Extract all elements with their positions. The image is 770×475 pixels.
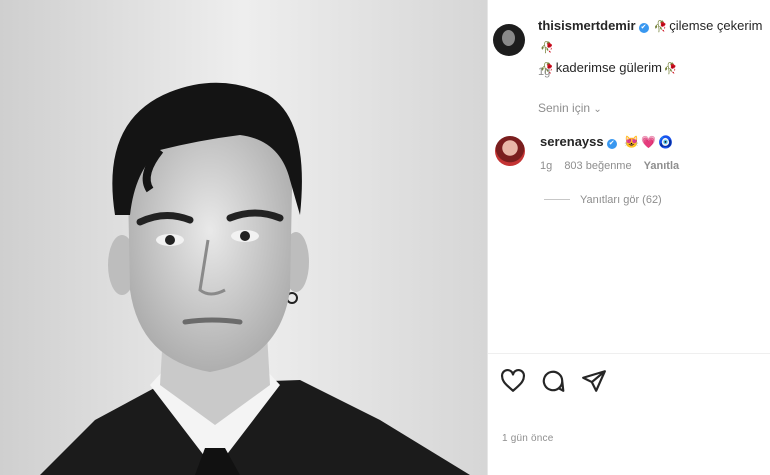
- caption-line1: çilemse çekerim: [669, 18, 763, 33]
- post-actions: [500, 368, 617, 396]
- comment-likes[interactable]: 803 beğenme: [564, 160, 631, 172]
- rose-icon: 🥀: [653, 21, 668, 33]
- post-caption-row: thisismertdemir ✔ 🥀 çilemse çekerim🥀 🥀 kader…: [488, 8, 770, 88]
- heart-icon[interactable]: [500, 368, 526, 394]
- chevron-down-icon: ⌄: [593, 104, 602, 115]
- comment-meta: 1g 803 beğenme Yanıtla: [540, 160, 688, 172]
- view-replies-label: Yanıtları gör (62): [580, 194, 662, 206]
- verified-badge-icon: ✔: [638, 23, 649, 33]
- for-you-filter[interactable]: Senin için ⌄: [538, 101, 602, 115]
- actions-divider: [488, 353, 770, 354]
- commenter-username[interactable]: serenayss: [540, 134, 604, 149]
- comments-panel: thisismertdemir ✔ 🥀 çilemse çekerim🥀 🥀 kader…: [487, 0, 770, 475]
- rose-icon: 🥀: [663, 63, 678, 75]
- reply-button[interactable]: Yanıtla: [644, 160, 679, 172]
- comment-item: serenayss ✔ 😻 💗 🧿 1g 803 beğenme Yanıtla Ya…: [488, 128, 770, 218]
- post-caption: thisismertdemir ✔ 🥀 çilemse çekerim🥀 🥀 kader…: [538, 16, 768, 79]
- author-username[interactable]: thisismertdemir: [538, 18, 636, 33]
- replies-dash: [544, 199, 570, 200]
- commenter-avatar[interactable]: [495, 136, 525, 166]
- comment-time: 1g: [540, 160, 553, 172]
- caption-time: 1g: [538, 66, 551, 78]
- comment-icon[interactable]: [540, 368, 566, 394]
- view-replies-button[interactable]: Yanıtları gör (62): [544, 194, 662, 206]
- portrait-image: [0, 0, 487, 475]
- for-you-label: Senin için: [538, 101, 591, 115]
- caption-line2: kaderimse gülerim: [555, 60, 662, 75]
- emoji-nazar: 🧿: [658, 135, 674, 149]
- comment-line: serenayss ✔ 😻 💗 🧿: [540, 134, 674, 149]
- share-icon[interactable]: [581, 368, 607, 394]
- emoji-cat-hearts: 😻: [624, 135, 640, 149]
- emoji-heart: 💗: [641, 135, 657, 149]
- post-photo[interactable]: [0, 0, 487, 475]
- verified-badge-icon: ✔: [606, 139, 617, 149]
- author-avatar[interactable]: [493, 24, 525, 56]
- rose-icon: 🥀: [540, 42, 554, 54]
- post-time-ago: 1 gün önce: [502, 433, 554, 444]
